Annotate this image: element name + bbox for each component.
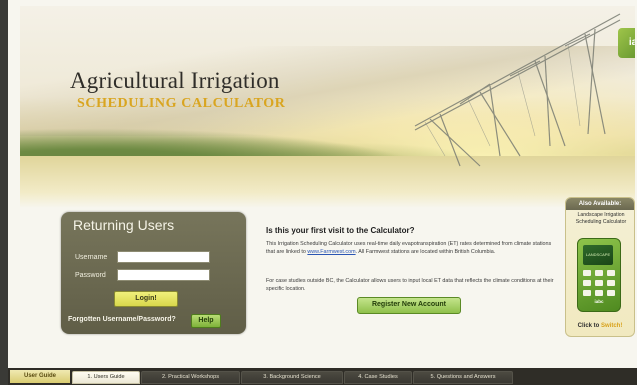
first-visit-heading: Is this your first visit to the Calculat… [266, 226, 415, 235]
password-label: Password [75, 272, 106, 279]
hero-banner: Agricultural Irrigation SCHEDULING CALCU… [20, 6, 635, 208]
phone-key-icon [583, 290, 591, 296]
page-subtitle: SCHEDULING CALCULATOR [77, 96, 286, 111]
app-frame: Agricultural Irrigation SCHEDULING CALCU… [0, 0, 637, 385]
farmwest-link[interactable]: www.Farmwest.com [307, 249, 355, 255]
phone-key-icon [607, 290, 615, 296]
username-input[interactable] [117, 251, 210, 263]
bottom-tab-bar: User Guide 1. Users Guide 2. Practical W… [8, 368, 637, 385]
username-label: Username [75, 254, 108, 261]
phone-brand: iabc [594, 299, 604, 304]
intro-paragraph: This Irrigation Scheduling Calculator us… [266, 240, 556, 256]
intro-text-end: . All Farmwest stations are located with… [355, 249, 496, 255]
page-title: Agricultural Irrigation [70, 68, 280, 93]
phone-key-icon [583, 280, 591, 286]
forgot-credentials-link[interactable]: Forgotten Username/Password? [68, 316, 176, 323]
password-input[interactable] [117, 269, 210, 281]
switch-prefix: Click to [577, 323, 601, 329]
user-guide-label: User Guide [10, 370, 70, 383]
register-new-account-button[interactable]: Register New Account [357, 297, 461, 314]
switch-accent: Switch! [601, 323, 623, 329]
tab-practical-workshops[interactable]: 2. Practical Workshops [141, 371, 240, 384]
phone-key-icon [595, 280, 603, 286]
promo-description: Landscape Irrigation Scheduling Calculat… [575, 212, 627, 225]
login-panel-title: Returning Users [73, 217, 175, 233]
tab-questions-answers[interactable]: 5. Questions and Answers [413, 371, 513, 384]
tab-case-studies[interactable]: 4. Case Studies [344, 371, 412, 384]
iabc-logo: ia [618, 28, 635, 58]
phone-key-icon [607, 270, 615, 276]
phone-screen: LANDSCAPE [583, 245, 613, 265]
tab-users-guide[interactable]: 1. Users Guide [72, 371, 140, 384]
phone-key-icon [607, 280, 615, 286]
switch-calculator-link[interactable]: Click to Switch! [566, 323, 634, 329]
phone-key-icon [595, 290, 603, 296]
help-button[interactable]: Help [191, 314, 221, 328]
outside-bc-paragraph: For case studies outside BC, the Calcula… [266, 278, 554, 292]
phone-key-icon [583, 270, 591, 276]
promo-header: Also Available: [566, 198, 634, 210]
tab-background-science[interactable]: 3. Background Science [241, 371, 343, 384]
phone-app-icon: LANDSCAPE iabc [577, 238, 621, 312]
login-button[interactable]: Login! [114, 291, 178, 307]
also-available-promo[interactable]: Also Available: Landscape Irrigation Sch… [565, 197, 635, 337]
phone-key-icon [595, 270, 603, 276]
returning-users-panel: Returning Users Username Password Login!… [61, 212, 246, 334]
